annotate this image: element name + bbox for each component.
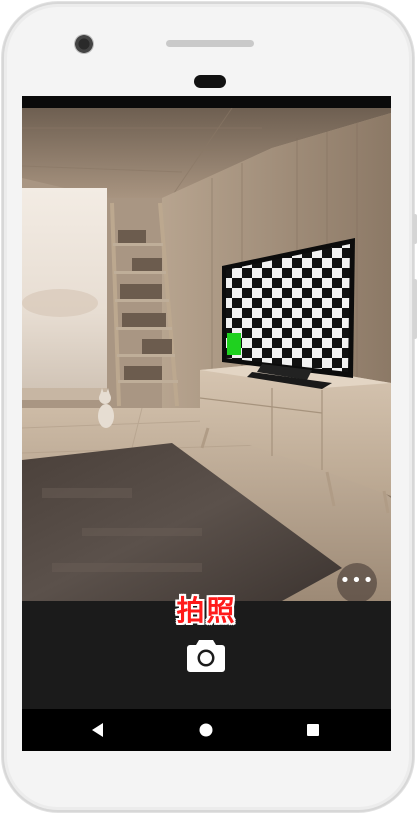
home-button[interactable] [185,709,227,751]
power-button [413,279,417,339]
home-circle-icon [199,723,213,737]
phone-screen: ••• 拍照 [22,96,391,751]
more-horizontal-icon: ••• [339,570,375,591]
recents-button[interactable] [292,709,334,751]
front-camera-icon [74,34,94,54]
navigation-bar [22,709,391,751]
back-button[interactable] [77,709,119,751]
shutter-button[interactable] [186,637,226,673]
viewfinder-scene [22,108,391,601]
proximity-sensor-icon [194,75,226,88]
take-photo-caption: 拍照 [176,594,237,627]
camera-control-bar: 拍照 [22,594,391,709]
camera-viewfinder[interactable]: ••• [22,108,391,601]
volume-button [413,214,417,244]
green-marker [227,333,241,355]
camera-icon [187,640,225,672]
earpiece-speaker-icon [166,40,254,47]
status-bar [22,96,391,108]
back-triangle-icon [92,723,103,737]
recents-square-icon [307,724,319,736]
